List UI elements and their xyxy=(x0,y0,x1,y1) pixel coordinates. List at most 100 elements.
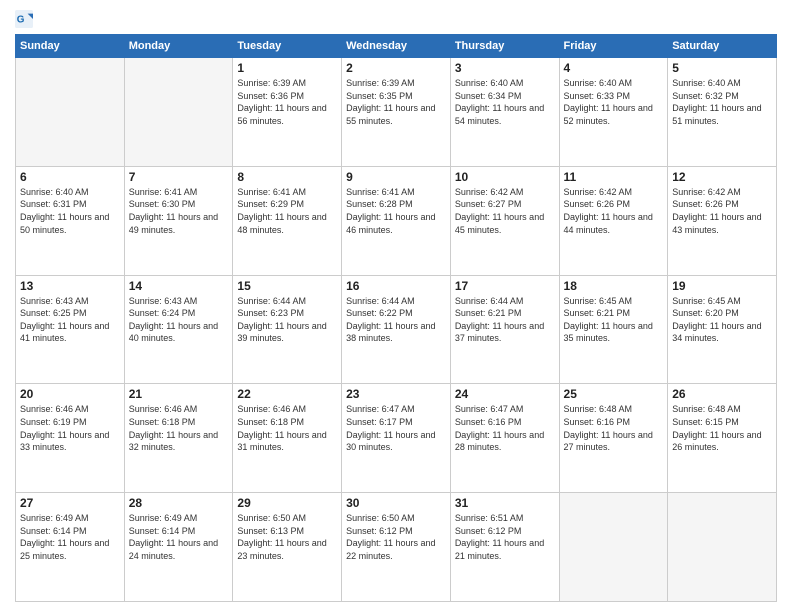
calendar-cell xyxy=(668,493,777,602)
day-number: 30 xyxy=(346,496,446,510)
calendar-cell: 29 Sunrise: 6:50 AM Sunset: 6:13 PM Dayli… xyxy=(233,493,342,602)
calendar-cell: 24 Sunrise: 6:47 AM Sunset: 6:16 PM Dayli… xyxy=(450,384,559,493)
cell-info: Sunrise: 6:41 AM Sunset: 6:29 PM Dayligh… xyxy=(237,186,337,236)
day-number: 9 xyxy=(346,170,446,184)
calendar-cell: 1 Sunrise: 6:39 AM Sunset: 6:36 PM Daylig… xyxy=(233,58,342,167)
cell-info: Sunrise: 6:44 AM Sunset: 6:22 PM Dayligh… xyxy=(346,295,446,345)
calendar-week-row: 6Sunrise: 6:40 AM Sunset: 6:31 PM Daylig… xyxy=(16,166,777,275)
day-number: 24 xyxy=(455,387,555,401)
cell-info: Sunrise: 6:42 AM Sunset: 6:26 PM Dayligh… xyxy=(672,186,772,236)
calendar-cell: 18 Sunrise: 6:45 AM Sunset: 6:21 PM Dayli… xyxy=(559,275,668,384)
cell-info: Sunrise: 6:45 AM Sunset: 6:20 PM Dayligh… xyxy=(672,295,772,345)
calendar-cell: 9 Sunrise: 6:41 AM Sunset: 6:28 PM Daylig… xyxy=(342,166,451,275)
calendar-cell: 10 Sunrise: 6:42 AM Sunset: 6:27 PM Dayli… xyxy=(450,166,559,275)
day-number: 21 xyxy=(129,387,229,401)
calendar-cell: 5 Sunrise: 6:40 AM Sunset: 6:32 PM Daylig… xyxy=(668,58,777,167)
cell-info: Sunrise: 6:40 AM Sunset: 6:34 PM Dayligh… xyxy=(455,77,555,127)
day-number: 31 xyxy=(455,496,555,510)
calendar-week-row: 13 Sunrise: 6:43 AM Sunset: 6:25 PM Dayli… xyxy=(16,275,777,384)
cell-info: Sunrise: 6:49 AM Sunset: 6:14 PM Dayligh… xyxy=(129,512,229,562)
day-number: 12 xyxy=(672,170,772,184)
day-number: 29 xyxy=(237,496,337,510)
svg-text:G: G xyxy=(17,15,25,26)
calendar-cell: 6Sunrise: 6:40 AM Sunset: 6:31 PM Daylig… xyxy=(16,166,125,275)
calendar-cell xyxy=(124,58,233,167)
cell-info: Sunrise: 6:51 AM Sunset: 6:12 PM Dayligh… xyxy=(455,512,555,562)
day-number: 8 xyxy=(237,170,337,184)
cell-info: Sunrise: 6:43 AM Sunset: 6:25 PM Dayligh… xyxy=(20,295,120,345)
weekday-header: Monday xyxy=(124,35,233,58)
weekday-header: Saturday xyxy=(668,35,777,58)
calendar-cell: 4 Sunrise: 6:40 AM Sunset: 6:33 PM Daylig… xyxy=(559,58,668,167)
weekday-header: Friday xyxy=(559,35,668,58)
calendar-cell: 26 Sunrise: 6:48 AM Sunset: 6:15 PM Dayli… xyxy=(668,384,777,493)
cell-info: Sunrise: 6:39 AM Sunset: 6:35 PM Dayligh… xyxy=(346,77,446,127)
calendar-cell: 21 Sunrise: 6:46 AM Sunset: 6:18 PM Dayli… xyxy=(124,384,233,493)
cell-info: Sunrise: 6:39 AM Sunset: 6:36 PM Dayligh… xyxy=(237,77,337,127)
day-number: 25 xyxy=(564,387,664,401)
calendar-cell xyxy=(16,58,125,167)
day-number: 15 xyxy=(237,279,337,293)
day-number: 28 xyxy=(129,496,229,510)
calendar-week-row: 27 Sunrise: 6:49 AM Sunset: 6:14 PM Dayli… xyxy=(16,493,777,602)
cell-info: Sunrise: 6:42 AM Sunset: 6:26 PM Dayligh… xyxy=(564,186,664,236)
cell-info: Sunrise: 6:46 AM Sunset: 6:19 PM Dayligh… xyxy=(20,403,120,453)
day-number: 23 xyxy=(346,387,446,401)
cell-info: Sunrise: 6:40 AM Sunset: 6:32 PM Dayligh… xyxy=(672,77,772,127)
day-number: 17 xyxy=(455,279,555,293)
calendar-header-row: SundayMondayTuesdayWednesdayThursdayFrid… xyxy=(16,35,777,58)
calendar-cell: 8 Sunrise: 6:41 AM Sunset: 6:29 PM Daylig… xyxy=(233,166,342,275)
day-number: 22 xyxy=(237,387,337,401)
day-number: 20 xyxy=(20,387,120,401)
cell-info: Sunrise: 6:46 AM Sunset: 6:18 PM Dayligh… xyxy=(129,403,229,453)
day-number: 26 xyxy=(672,387,772,401)
cell-info: Sunrise: 6:47 AM Sunset: 6:16 PM Dayligh… xyxy=(455,403,555,453)
cell-info: Sunrise: 6:50 AM Sunset: 6:13 PM Dayligh… xyxy=(237,512,337,562)
cell-info: Sunrise: 6:48 AM Sunset: 6:15 PM Dayligh… xyxy=(672,403,772,453)
calendar-cell xyxy=(559,493,668,602)
day-number: 18 xyxy=(564,279,664,293)
day-number: 4 xyxy=(564,61,664,75)
calendar-cell: 23 Sunrise: 6:47 AM Sunset: 6:17 PM Dayli… xyxy=(342,384,451,493)
cell-info: Sunrise: 6:40 AM Sunset: 6:33 PM Dayligh… xyxy=(564,77,664,127)
weekday-header: Thursday xyxy=(450,35,559,58)
calendar-cell: 14Sunrise: 6:43 AM Sunset: 6:24 PM Dayli… xyxy=(124,275,233,384)
cell-info: Sunrise: 6:49 AM Sunset: 6:14 PM Dayligh… xyxy=(20,512,120,562)
calendar-cell: 11Sunrise: 6:42 AM Sunset: 6:26 PM Dayli… xyxy=(559,166,668,275)
day-number: 10 xyxy=(455,170,555,184)
day-number: 14 xyxy=(129,279,229,293)
cell-info: Sunrise: 6:47 AM Sunset: 6:17 PM Dayligh… xyxy=(346,403,446,453)
calendar-cell: 3Sunrise: 6:40 AM Sunset: 6:34 PM Daylig… xyxy=(450,58,559,167)
calendar-cell: 31 Sunrise: 6:51 AM Sunset: 6:12 PM Dayli… xyxy=(450,493,559,602)
calendar-cell: 12 Sunrise: 6:42 AM Sunset: 6:26 PM Dayli… xyxy=(668,166,777,275)
page: G SundayMondayTuesdayWednesdayThursdayFr… xyxy=(0,0,792,612)
weekday-header: Tuesday xyxy=(233,35,342,58)
cell-info: Sunrise: 6:41 AM Sunset: 6:28 PM Dayligh… xyxy=(346,186,446,236)
cell-info: Sunrise: 6:42 AM Sunset: 6:27 PM Dayligh… xyxy=(455,186,555,236)
calendar-cell: 17 Sunrise: 6:44 AM Sunset: 6:21 PM Dayli… xyxy=(450,275,559,384)
cell-info: Sunrise: 6:45 AM Sunset: 6:21 PM Dayligh… xyxy=(564,295,664,345)
cell-info: Sunrise: 6:48 AM Sunset: 6:16 PM Dayligh… xyxy=(564,403,664,453)
calendar-cell: 7 Sunrise: 6:41 AM Sunset: 6:30 PM Daylig… xyxy=(124,166,233,275)
day-number: 5 xyxy=(672,61,772,75)
calendar-cell: 19Sunrise: 6:45 AM Sunset: 6:20 PM Dayli… xyxy=(668,275,777,384)
calendar-cell: 30Sunrise: 6:50 AM Sunset: 6:12 PM Dayli… xyxy=(342,493,451,602)
cell-info: Sunrise: 6:41 AM Sunset: 6:30 PM Dayligh… xyxy=(129,186,229,236)
weekday-header: Wednesday xyxy=(342,35,451,58)
day-number: 6 xyxy=(20,170,120,184)
calendar-cell: 15 Sunrise: 6:44 AM Sunset: 6:23 PM Dayli… xyxy=(233,275,342,384)
calendar-cell: 13 Sunrise: 6:43 AM Sunset: 6:25 PM Dayli… xyxy=(16,275,125,384)
calendar-cell: 28 Sunrise: 6:49 AM Sunset: 6:14 PM Dayli… xyxy=(124,493,233,602)
calendar-cell: 16 Sunrise: 6:44 AM Sunset: 6:22 PM Dayli… xyxy=(342,275,451,384)
day-number: 27 xyxy=(20,496,120,510)
calendar-body: 1 Sunrise: 6:39 AM Sunset: 6:36 PM Daylig… xyxy=(16,58,777,602)
cell-info: Sunrise: 6:44 AM Sunset: 6:23 PM Dayligh… xyxy=(237,295,337,345)
day-number: 2 xyxy=(346,61,446,75)
day-number: 16 xyxy=(346,279,446,293)
day-number: 7 xyxy=(129,170,229,184)
cell-info: Sunrise: 6:44 AM Sunset: 6:21 PM Dayligh… xyxy=(455,295,555,345)
day-number: 1 xyxy=(237,61,337,75)
day-number: 13 xyxy=(20,279,120,293)
logo: G xyxy=(15,10,37,28)
calendar-cell: 25 Sunrise: 6:48 AM Sunset: 6:16 PM Dayli… xyxy=(559,384,668,493)
